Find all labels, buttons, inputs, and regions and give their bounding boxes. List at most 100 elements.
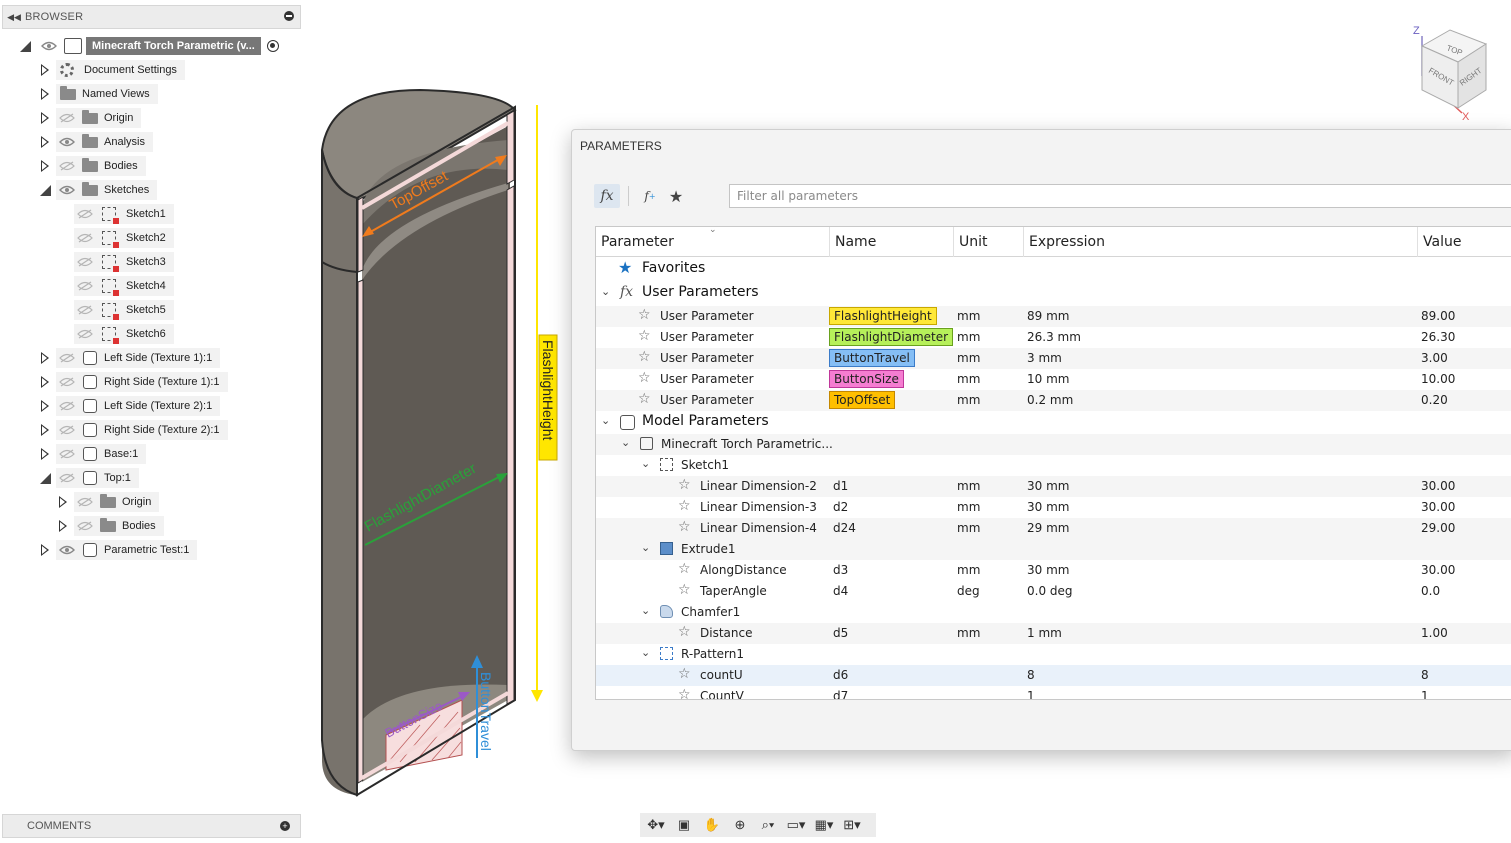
expression-cell[interactable]: 26.3 mm [1027, 330, 1081, 344]
favorites-group-row[interactable]: ★ Favorites [596, 258, 1511, 282]
extrude1-row[interactable]: ⌄ Extrude1 [596, 539, 1511, 560]
expand-arrow-icon[interactable] [38, 160, 52, 172]
browser-item-sketch4[interactable]: Sketch4 [56, 275, 174, 297]
browser-item-left-side-texture-1[interactable]: Left Side (Texture 1):1 [38, 347, 221, 369]
name-cell[interactable]: d3 [833, 563, 848, 577]
browser-item-sketches[interactable]: Sketches [38, 179, 158, 201]
browser-item-parametric-test[interactable]: Parametric Test:1 [38, 539, 198, 561]
eye-icon[interactable] [56, 132, 78, 152]
eye-hidden-icon[interactable] [56, 468, 78, 488]
expression-cell[interactable]: 29 mm [1027, 521, 1069, 535]
name-cell[interactable]: d5 [833, 626, 848, 640]
eye-hidden-icon[interactable] [74, 228, 96, 248]
browser-item-sketch3[interactable]: Sketch3 [56, 251, 174, 273]
name-cell[interactable]: ButtonSize [829, 370, 904, 388]
expression-cell[interactable]: 0.0 deg [1027, 584, 1073, 598]
expression-cell[interactable]: 10 mm [1027, 372, 1069, 386]
expand-arrow-icon[interactable] [38, 88, 52, 100]
eye-icon[interactable] [56, 180, 78, 200]
browser-item-document-settings[interactable]: Document Settings [38, 59, 185, 81]
chevron-down-icon[interactable]: ⌄ [601, 285, 610, 298]
eye-hidden-icon[interactable] [74, 516, 96, 536]
table-row[interactable]: ☆ AlongDistance d3 mm 30 mm 30.00 [596, 560, 1511, 581]
browser-item-sketch5[interactable]: Sketch5 [56, 299, 174, 321]
filter-parameters-input[interactable] [729, 184, 1511, 208]
add-comment-icon[interactable]: + [280, 821, 290, 831]
name-cell[interactable]: ButtonTravel [829, 349, 915, 367]
eye-hidden-icon[interactable] [74, 324, 96, 344]
favorite-star-icon[interactable]: ★ [663, 184, 689, 208]
table-row[interactable]: ☆ User Parameter FlashlightDiameter mm 26.3 … [596, 327, 1511, 348]
chevron-down-icon[interactable]: ⌄ [641, 646, 650, 659]
table-row[interactable]: ☆ CountV d7 1 1 [596, 686, 1511, 699]
star-outline-icon[interactable]: ☆ [678, 666, 691, 682]
name-cell[interactable]: d24 [833, 521, 856, 535]
expand-arrow-icon[interactable] [38, 64, 52, 76]
expression-cell[interactable]: 1 mm [1027, 626, 1062, 640]
browser-item-right-side-texture-1[interactable]: Right Side (Texture 1):1 [38, 371, 228, 393]
browser-item-top-origin[interactable]: Origin [56, 491, 160, 513]
star-outline-icon[interactable]: ☆ [638, 328, 651, 344]
expand-arrow-icon[interactable] [38, 424, 52, 436]
expand-arrow[interactable] [18, 40, 32, 52]
name-cell[interactable]: d6 [833, 668, 848, 682]
header-unit[interactable]: Unit [959, 234, 988, 250]
star-outline-icon[interactable]: ☆ [678, 687, 691, 699]
collapse-panel-icon[interactable]: ◀◀ [3, 12, 25, 23]
header-parameter[interactable]: Parameter [601, 234, 674, 250]
expand-arrow-icon[interactable] [38, 544, 52, 556]
header-value[interactable]: Value [1423, 234, 1461, 250]
chevron-down-icon[interactable]: ⌄ [641, 604, 650, 617]
name-cell[interactable]: FlashlightHeight [829, 307, 937, 325]
zoom-icon[interactable]: ⊕ [730, 817, 750, 833]
name-cell[interactable]: d1 [833, 479, 848, 493]
expand-arrow-icon[interactable] [38, 112, 52, 124]
browser-item-bodies[interactable]: Bodies [38, 155, 146, 177]
collapse-arrow-icon[interactable] [38, 472, 52, 484]
star-outline-icon[interactable]: ☆ [678, 561, 691, 577]
fit-icon[interactable]: ⌕▾ [758, 817, 778, 833]
eye-hidden-icon[interactable] [74, 204, 96, 224]
eye-hidden-icon[interactable] [56, 396, 78, 416]
eye-icon[interactable] [56, 540, 78, 560]
expand-arrow-icon[interactable] [38, 352, 52, 364]
eye-icon[interactable] [38, 36, 60, 56]
table-row[interactable]: ☆ Linear Dimension-2 d1 mm 30 mm 30.00 [596, 476, 1511, 497]
eye-hidden-icon[interactable] [56, 108, 78, 128]
display-settings-icon[interactable]: ▭▾ [786, 817, 806, 833]
minimize-panel-button[interactable] [278, 10, 300, 24]
name-cell[interactable]: d4 [833, 584, 848, 598]
expand-arrow-icon[interactable] [38, 136, 52, 148]
chevron-down-icon[interactable]: ⌄ [641, 541, 650, 554]
eye-hidden-icon[interactable] [56, 348, 78, 368]
expression-cell[interactable]: 30 mm [1027, 563, 1069, 577]
table-row[interactable]: ☆ Linear Dimension-4 d24 mm 29 mm 29.00 [596, 518, 1511, 539]
header-expression[interactable]: Expression [1029, 234, 1105, 250]
eye-hidden-icon[interactable] [74, 252, 96, 272]
chevron-down-icon[interactable]: ⌄ [601, 414, 610, 427]
browser-item-right-side-texture-2[interactable]: Right Side (Texture 2):1 [38, 419, 228, 441]
rpattern1-row[interactable]: ⌄ R-Pattern1 [596, 644, 1511, 665]
name-cell[interactable]: d2 [833, 500, 848, 514]
expression-cell[interactable]: 3 mm [1027, 351, 1062, 365]
expression-cell[interactable]: 8 [1027, 668, 1035, 682]
expand-arrow-icon[interactable] [38, 448, 52, 460]
browser-item-analysis[interactable]: Analysis [38, 131, 153, 153]
eye-hidden-icon[interactable] [74, 492, 96, 512]
star-outline-icon[interactable]: ☆ [678, 477, 691, 493]
comments-bar[interactable]: COMMENTS + [2, 814, 301, 838]
model-parameters-group-row[interactable]: ⌄ Model Parameters [596, 411, 1511, 434]
chevron-down-icon[interactable]: ⌄ [641, 457, 650, 470]
filter-input-field[interactable] [735, 188, 1511, 204]
expression-cell[interactable]: 89 mm [1027, 309, 1069, 323]
pan-hand-icon[interactable]: ✋ [702, 817, 722, 833]
view-cube[interactable]: TOP FRONT RIGHT Z X [1400, 18, 1500, 123]
browser-item-left-side-texture-2[interactable]: Left Side (Texture 2):1 [38, 395, 221, 417]
activate-radio-icon[interactable] [266, 40, 279, 52]
eye-hidden-icon[interactable] [56, 420, 78, 440]
expand-arrow-icon[interactable] [38, 400, 52, 412]
orbit-icon[interactable]: ✥▾ [646, 817, 666, 833]
browser-item-sketch6[interactable]: Sketch6 [56, 323, 174, 345]
look-at-icon[interactable]: ▣ [674, 817, 694, 833]
expand-arrow-icon[interactable] [56, 496, 70, 508]
